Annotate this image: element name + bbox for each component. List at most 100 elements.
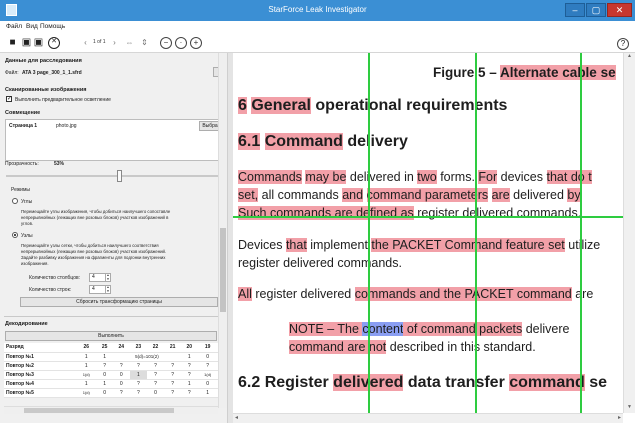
investigation-header: Данные для расследования [5,58,82,64]
h61-rest: delivery [342,133,408,150]
viewer-vertical-scrollbar[interactable]: ▲ ▼ [623,53,635,413]
mode-corners-desc-3: углов. [21,221,34,226]
table-cell: 0 [197,379,218,389]
prev-page-icon[interactable]: ‹ [80,37,91,48]
grid-line-vertical[interactable] [475,53,477,413]
note-line-2: command are not described in this standa… [289,338,570,356]
transparency-slider-track[interactable] [6,175,222,177]
h62-d: command [509,374,585,391]
table-cell: ? [96,361,113,371]
text-span: delivere [522,322,570,336]
minimize-button[interactable]: – [565,3,585,17]
left-panel-scroll-thumb[interactable] [220,228,226,312]
columns-stepper-arrows-icon[interactable]: ▲ ▼ [105,273,110,281]
scroll-right-icon[interactable]: ▸ [618,414,621,421]
text-span: implement [306,238,372,252]
grid-line-vertical[interactable] [580,53,582,413]
scroll-up-icon[interactable]: ▲ [624,53,635,62]
rows-stepper[interactable]: 4 ▲ ▼ [89,285,111,294]
zoom-out-icon[interactable]: − [160,37,172,49]
text-span: set, [238,188,259,202]
fit-height-icon[interactable]: ⇕ [139,37,150,48]
table-cell: 0 [96,388,113,398]
column-header: 20 [181,343,198,353]
image-file-name[interactable]: photo.jpg [56,123,77,129]
column-header: 22 [146,343,165,353]
table-cell: ? [181,370,198,380]
scanned-header: Сканированные изображения [5,87,87,93]
table-row[interactable]: Повтор №4 1 1 0 ? ? ? 1 0 [4,379,218,389]
columns-value[interactable]: 4 [92,274,95,280]
table-cell: 1 [76,361,97,371]
table-cell: 5(d)=101(2) [112,352,182,362]
run-decode-button[interactable]: Выполнить [5,331,217,341]
scroll-down-icon[interactable]: ▼ [624,404,635,413]
next-page-icon[interactable]: › [109,37,120,48]
menu-bar: Файл Вид Помощь [0,21,635,34]
table-cell: ? [112,361,130,371]
note-paragraph: NOTE – The content of command packets de… [289,320,570,356]
table-cell: 1 [181,352,198,362]
mode-grid-desc-2: непрерывнойных (лежащих вне розовых блок… [21,249,167,254]
table-cell: 1 [197,388,218,398]
rows-stepper-arrows-icon[interactable]: ▲ ▼ [105,285,110,293]
reset-transform-button[interactable]: Сбросить трансформацию страницы [20,297,218,307]
viewer-horizontal-scrollbar[interactable]: ◂ ▸ [233,413,623,423]
table-horizontal-scrollbar[interactable] [4,406,218,414]
mode-grid-desc-3: Задайте разбивку изображения на фрагмент… [21,255,166,260]
table-row[interactable]: Повтор №1 1 1 5(d)=101(2) 1 0 [4,352,218,362]
paragraph-2: Devices that implement the PACKET Comman… [238,236,600,272]
text-span: may be [305,170,347,184]
table-cell: ? [112,388,130,398]
zoom-fit-icon[interactable]: · [175,37,187,49]
section-6-heading: 6 General operational requirements [238,97,507,115]
page-image-list[interactable]: Страница 1 photo.jpg Выбра [5,119,222,161]
text-span: are [571,287,594,301]
mode-grid-radio[interactable] [12,232,18,238]
zoom-in-icon[interactable]: + [190,37,202,49]
menu-help[interactable]: Помощь [40,23,65,30]
mode-corners-label: Углы [21,199,33,205]
folder-open-icon[interactable]: ■ [7,37,18,48]
mode-corners-radio[interactable] [12,198,18,204]
alignment-header: Совмещение [5,110,41,116]
document-viewer[interactable]: Figure 5 – Alternate cable se 6 General … [233,53,635,413]
cancel-icon[interactable]: ✕ [48,37,60,49]
table-row[interactable]: Повтор №2 1 ? ? ? ? ? ? ? [4,361,218,371]
h62-a: Register [260,374,334,391]
save-as-icon[interactable]: ▣ [33,37,44,48]
paragraph-2-line-1: Devices that implement the PACKET Comman… [238,236,600,254]
h62-e: se [584,374,608,391]
close-button[interactable]: ✕ [607,3,632,17]
row-name: Повтор №3 [4,370,76,380]
table-row[interactable]: Повтор №5 1(d) 0 ? ? 0 ? ? 1 [4,388,218,398]
page-column-label: Страница 1 [9,123,38,129]
section-6-1-heading: 6.1 Command delivery [238,133,408,151]
rows-value[interactable]: 4 [92,286,95,292]
table-row[interactable]: Повтор №3 1(d) 0 0 1 ? ? ? 1(d) [4,370,218,380]
save-icon[interactable]: ▣ [21,37,32,48]
table-cell: 0 [146,388,165,398]
table-cell: ? [164,379,182,389]
menu-view[interactable]: Вид [26,23,38,30]
left-panel-scrollbar[interactable] [218,53,227,408]
text-span: Commands [238,170,302,184]
help-icon[interactable]: ? [617,38,629,50]
menu-file[interactable]: Файл [6,23,22,30]
maximize-button[interactable]: ▢ [586,3,606,17]
text-span: by [567,188,581,202]
mode-corners-desc-1: Перемещайте углы изображения, чтобы доби… [21,209,171,214]
row-name: Повтор №1 [4,352,76,362]
table-cell: 1(d) [197,370,218,380]
scroll-left-icon[interactable]: ◂ [235,414,238,421]
h6-word: General [251,97,311,114]
fit-width-icon[interactable]: ⇔ [124,37,135,48]
grid-line-horizontal[interactable] [233,216,635,218]
grid-line-vertical[interactable] [368,53,370,413]
transparency-slider-thumb[interactable] [117,170,123,182]
figure-prefix: Figure 5 – [433,65,501,80]
table-scroll-thumb[interactable] [24,408,174,413]
columns-stepper[interactable]: 4 ▲ ▼ [89,273,111,282]
preclarify-checkbox[interactable]: ✓ [6,96,12,102]
text-span: delivered in [346,170,418,184]
